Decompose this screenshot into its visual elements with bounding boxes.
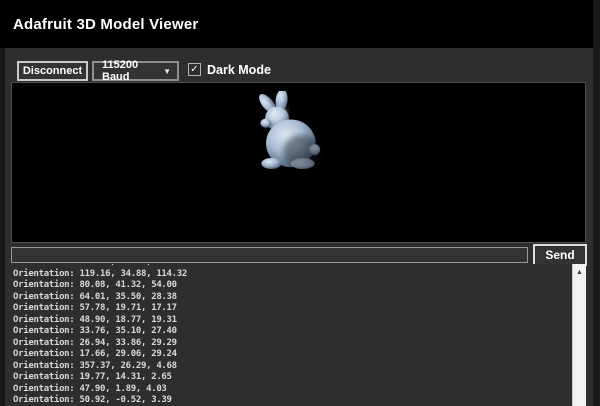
log-scrollbar[interactable]: ▲ [572, 264, 586, 406]
send-button[interactable]: Send [533, 244, 587, 266]
dark-mode-label: Dark Mode [207, 63, 271, 77]
window-right-edge [593, 0, 600, 406]
dark-mode-checkbox[interactable]: ✓ [188, 63, 201, 76]
app-window: Adafruit 3D Model Viewer Disconnect 1152… [0, 0, 600, 406]
baud-rate-value: 115200 Baud [102, 59, 163, 83]
scroll-up-icon[interactable]: ▲ [573, 264, 586, 276]
page-title: Adafruit 3D Model Viewer [0, 16, 198, 33]
bunny-model [251, 91, 325, 169]
disconnect-button[interactable]: Disconnect [17, 61, 88, 81]
check-icon: ✓ [190, 64, 198, 75]
model-canvas[interactable] [11, 82, 586, 243]
chevron-down-icon: ▼ [163, 67, 171, 76]
title-bar: Adafruit 3D Model Viewer [0, 0, 593, 48]
baud-rate-select[interactable]: 115200 Baud ▼ [92, 61, 179, 81]
serial-input[interactable] [11, 247, 528, 263]
log-lines: Orientation: 139.53, 18.74, 153.99 Orien… [13, 264, 187, 406]
serial-log[interactable]: Orientation: 139.53, 18.74, 153.99 Orien… [5, 264, 586, 406]
